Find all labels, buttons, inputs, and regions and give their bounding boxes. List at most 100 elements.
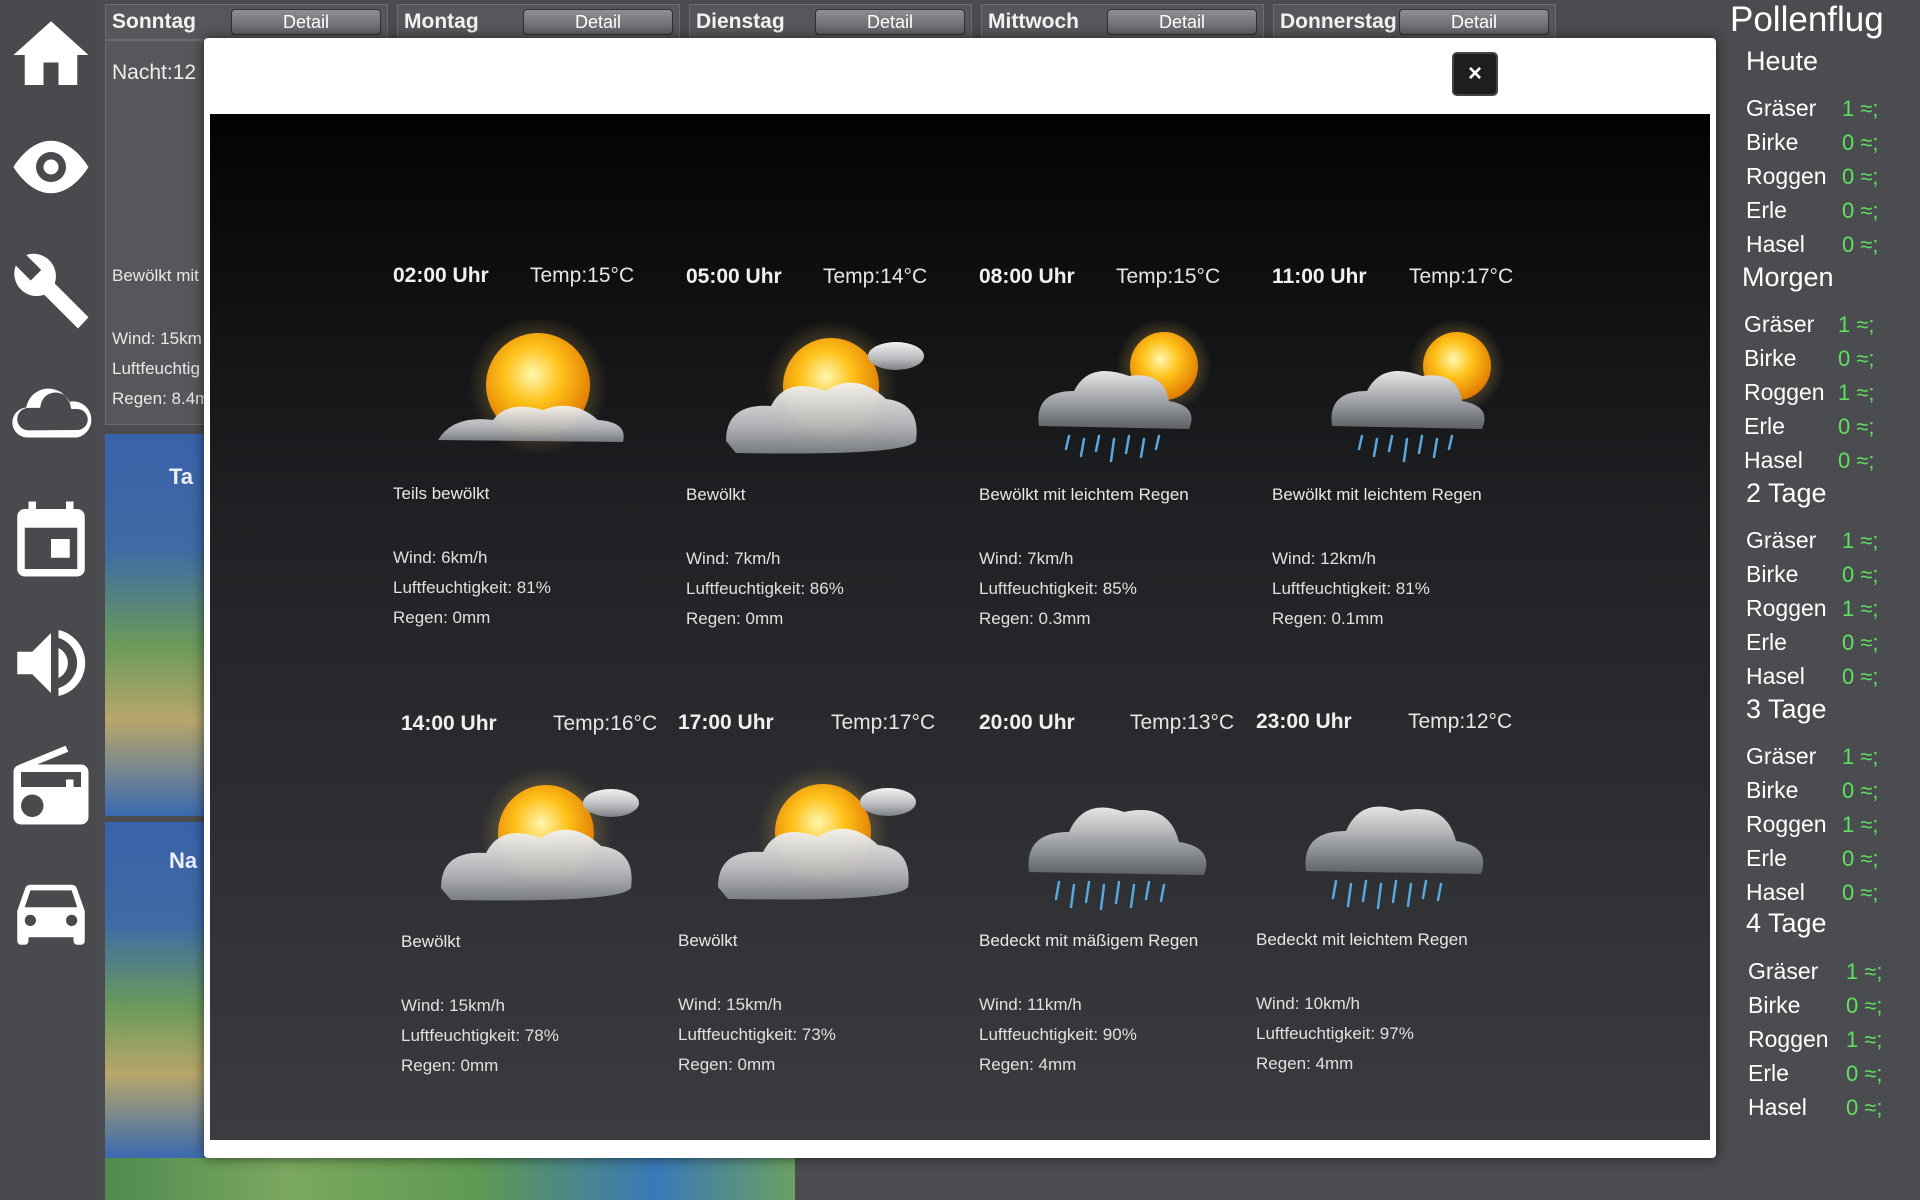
- pollen-value: 1 ≈;: [1838, 312, 1875, 337]
- slot-humidity: Luftfeuchtigkeit: 73%: [678, 1025, 836, 1044]
- slot-time: 17:00 Uhr: [678, 711, 774, 734]
- calendar-icon[interactable]: [0, 484, 102, 594]
- pollen-group-label: 2 Tage: [1746, 478, 1827, 508]
- pollen-name: Gräser: [1746, 527, 1817, 553]
- slot-desc: Bedeckt mit mäßigem Regen: [979, 931, 1199, 950]
- slot-time: 02:00 Uhr: [393, 264, 489, 287]
- pollen-value: 0 ≈;: [1842, 778, 1879, 803]
- rain-cloud-icon: [1305, 806, 1484, 910]
- detail-button[interactable]: Detail: [231, 9, 381, 35]
- slot-time: 05:00 Uhr: [686, 265, 782, 288]
- pollen-name: Gräser: [1746, 743, 1817, 769]
- car-icon[interactable]: [0, 856, 102, 966]
- pollen-name: Roggen: [1746, 595, 1827, 621]
- slot-wind: Wind: 7km/h: [686, 549, 781, 568]
- day-wind: Wind: 15km: [112, 329, 202, 348]
- pollen-name: Gräser: [1748, 958, 1819, 984]
- day-name: Dienstag: [696, 10, 785, 33]
- day-humidity: Luftfeuchtig: [112, 359, 200, 378]
- eye-icon[interactable]: [0, 112, 102, 222]
- pollen-value: 0 ≈;: [1842, 664, 1879, 689]
- slot-rain: Regen: 0.3mm: [979, 609, 1091, 628]
- detail-button[interactable]: Detail: [1399, 9, 1549, 35]
- speaker-icon[interactable]: [0, 608, 102, 718]
- slot-humidity: Luftfeuchtigkeit: 97%: [1256, 1024, 1414, 1043]
- pollen-group-label: Morgen: [1742, 262, 1834, 292]
- slot-desc: Bewölkt: [401, 932, 461, 951]
- sun-rain-cloud-icon: [1038, 321, 1212, 463]
- slot-wind: Wind: 15km/h: [401, 996, 505, 1015]
- slot-humidity: Luftfeuchtigkeit: 81%: [1272, 579, 1430, 598]
- day-tab-mittwoch: Mittwoch Detail: [981, 4, 1264, 40]
- pollen-value: 1 ≈;: [1846, 1027, 1883, 1052]
- sun-cloud-icon: [438, 320, 624, 455]
- pollen-name: Hasel: [1746, 879, 1805, 905]
- slot-temp: Temp:13°C: [1130, 711, 1235, 734]
- slot-humidity: Luftfeuchtigkeit: 90%: [979, 1025, 1137, 1044]
- home-icon[interactable]: [0, 0, 102, 110]
- pollen-group-label: 3 Tage: [1746, 694, 1827, 724]
- cloud-icon[interactable]: [0, 360, 102, 470]
- weather-map-day[interactable]: Ta: [105, 434, 205, 816]
- pollen-value: 0 ≈;: [1846, 1061, 1883, 1086]
- slot-desc: Teils bewölkt: [393, 484, 490, 503]
- day-summary-panel: Nacht:12 Bewölkt mit Wind: 15km Luftfeuc…: [105, 40, 209, 425]
- slot-temp: Temp:12°C: [1408, 710, 1513, 733]
- pollen-value: 0 ≈;: [1842, 130, 1879, 155]
- pollen-value: 1 ≈;: [1842, 744, 1879, 769]
- day-name: Mittwoch: [988, 10, 1079, 33]
- forecast-slot: 23:00 Uhr Temp:12°C Bedeckt mit leichtem…: [1256, 710, 1546, 1110]
- pollen-name: Hasel: [1744, 447, 1803, 473]
- slot-rain: Regen: 4mm: [1256, 1054, 1354, 1073]
- slot-time: 11:00 Uhr: [1272, 265, 1367, 288]
- wrench-icon[interactable]: [0, 236, 102, 346]
- pollen-value: 0 ≈;: [1842, 562, 1879, 587]
- forecast-slot: 08:00 Uhr Temp:15°C Bewölkt mit leichtem…: [979, 265, 1269, 665]
- pollen-name: Gräser: [1744, 311, 1815, 337]
- day-tab-montag: Montag Detail: [397, 4, 680, 40]
- pollen-name: Roggen: [1746, 811, 1827, 837]
- map-label: Ta: [169, 464, 194, 489]
- slot-wind: Wind: 10km/h: [1256, 994, 1360, 1013]
- detail-button[interactable]: Detail: [815, 9, 965, 35]
- cloudy-sun-icon: [441, 768, 639, 901]
- slot-desc: Bewölkt: [686, 485, 746, 504]
- close-button[interactable]: ×: [1452, 52, 1498, 96]
- forecast-slot: 02:00 Uhr Temp:15°C Teils bewölkt Wind: …: [393, 264, 683, 664]
- hourly-forecast: 02:00 Uhr Temp:15°C Teils bewölkt Wind: …: [210, 114, 1710, 1140]
- pollen-name: Hasel: [1746, 231, 1805, 257]
- pollen-value: 0 ≈;: [1842, 846, 1879, 871]
- slot-desc: Bewölkt mit leichtem Regen: [979, 485, 1189, 504]
- pollen-value: 0 ≈;: [1842, 880, 1879, 905]
- slot-humidity: Luftfeuchtigkeit: 78%: [401, 1026, 559, 1045]
- pollen-name: Erle: [1748, 1060, 1789, 1086]
- forecast-slot: 14:00 Uhr Temp:16°C Bewölkt Wind: 15km/h…: [401, 712, 691, 1112]
- slot-wind: Wind: 6km/h: [393, 548, 488, 567]
- pollen-group-label: Heute: [1746, 46, 1819, 76]
- pollen-value: 0 ≈;: [1846, 1095, 1883, 1120]
- pollen-name: Birke: [1746, 777, 1799, 803]
- slot-rain: Regen: 4mm: [979, 1055, 1077, 1074]
- pollen-value: 0 ≈;: [1838, 346, 1875, 371]
- side-nav: [0, 0, 102, 1200]
- slot-wind: Wind: 15km/h: [678, 995, 782, 1014]
- slot-wind: Wind: 12km/h: [1272, 549, 1376, 568]
- slot-temp: Temp:14°C: [823, 265, 928, 288]
- slot-wind: Wind: 7km/h: [979, 549, 1074, 568]
- slot-desc: Bewölkt mit leichtem Regen: [1272, 485, 1482, 504]
- detail-button[interactable]: Detail: [523, 9, 673, 35]
- pollen-name: Birke: [1748, 992, 1801, 1018]
- slot-rain: Regen: 0mm: [393, 608, 491, 627]
- slot-time: 08:00 Uhr: [979, 265, 1075, 288]
- weather-map-night[interactable]: Na: [105, 822, 205, 1158]
- radio-icon[interactable]: [0, 732, 102, 842]
- forecast-slot: 11:00 Uhr Temp:17°C Bewölkt mit leichtem…: [1272, 265, 1562, 665]
- pollen-name: Erle: [1746, 197, 1787, 223]
- pollen-name: Birke: [1746, 561, 1799, 587]
- forecast-slot: 20:00 Uhr Temp:13°C Bedeckt mit mäßigem …: [979, 711, 1269, 1111]
- detail-button[interactable]: Detail: [1107, 9, 1257, 35]
- pollen-value: 0 ≈;: [1846, 993, 1883, 1018]
- pollen-value: 0 ≈;: [1838, 448, 1875, 473]
- weather-map-strip: [105, 1158, 795, 1200]
- pollen-title: Pollenflug: [1730, 0, 1884, 39]
